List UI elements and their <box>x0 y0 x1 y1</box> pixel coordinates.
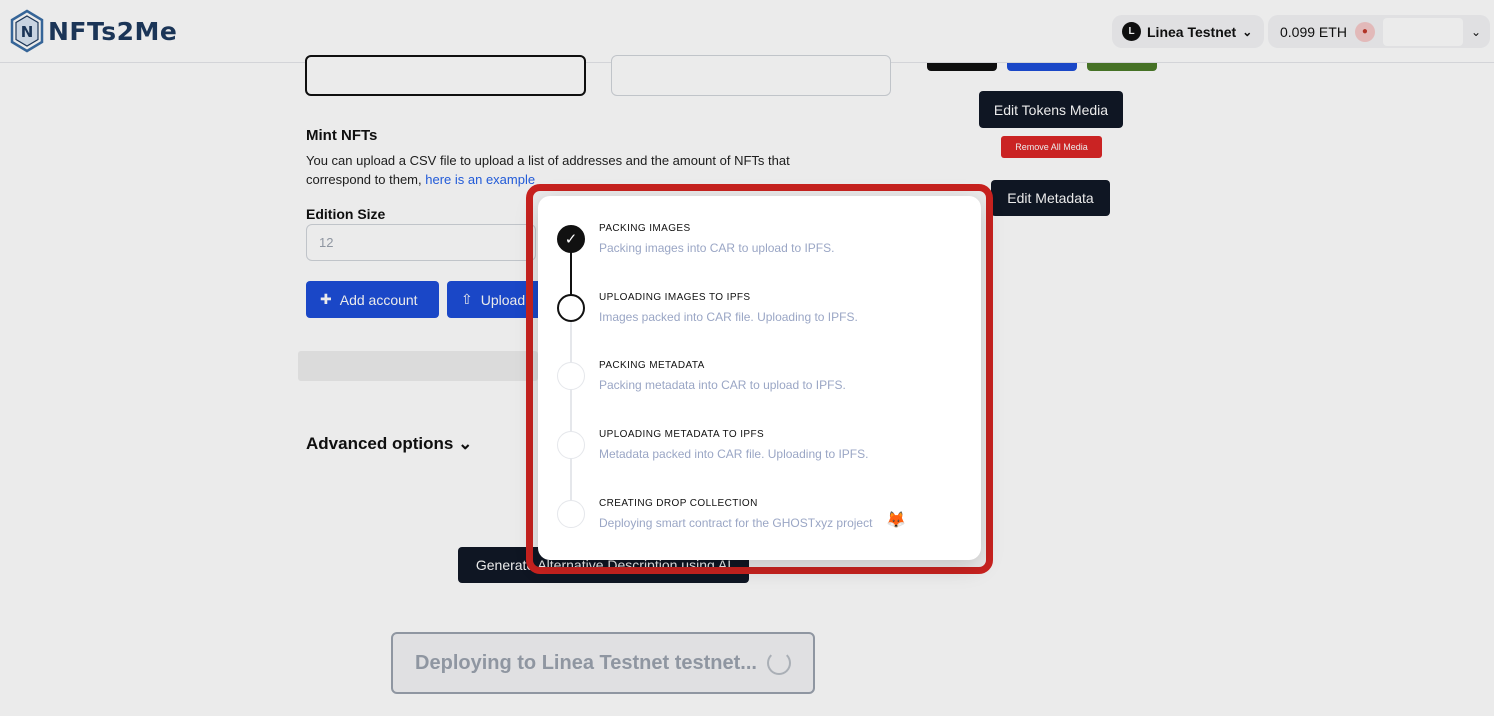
step-title: UPLOADING METADATA TO IPFS <box>599 429 765 440</box>
step-description: Packing images into CAR to upload to IPF… <box>599 241 835 255</box>
step-pending-circle-icon <box>557 500 585 528</box>
step-pending-circle-icon <box>557 362 585 390</box>
step-pending-circle-icon <box>557 431 585 459</box>
step-title: UPLOADING IMAGES TO IPFS <box>599 292 751 303</box>
step-active-circle-icon <box>557 294 585 322</box>
step-title: PACKING IMAGES <box>599 223 691 234</box>
step-description: Images packed into CAR file. Uploading t… <box>599 310 858 324</box>
step-packing-metadata: PACKING METADATA Packing metadata into C… <box>538 346 981 406</box>
step-title: PACKING METADATA <box>599 360 705 371</box>
step-description: Metadata packed into CAR file. Uploading… <box>599 447 869 461</box>
step-title: CREATING DROP COLLECTION <box>599 498 758 509</box>
step-description: Packing metadata into CAR to upload to I… <box>599 378 846 392</box>
step-uploading-images: UPLOADING IMAGES TO IPFS Images packed i… <box>538 278 981 338</box>
deploy-progress-modal: ✓ PACKING IMAGES Packing images into CAR… <box>538 196 981 560</box>
step-creating-drop-collection: CREATING DROP COLLECTION Deploying smart… <box>538 484 981 544</box>
metamask-fox-icon: 🦊 <box>886 512 906 529</box>
step-packing-images: ✓ PACKING IMAGES Packing images into CAR… <box>538 209 981 269</box>
step-description: Deploying smart contract for the GHOSTxy… <box>599 516 873 530</box>
step-uploading-metadata: UPLOADING METADATA TO IPFS Metadata pack… <box>538 415 981 475</box>
check-icon: ✓ <box>557 225 585 253</box>
